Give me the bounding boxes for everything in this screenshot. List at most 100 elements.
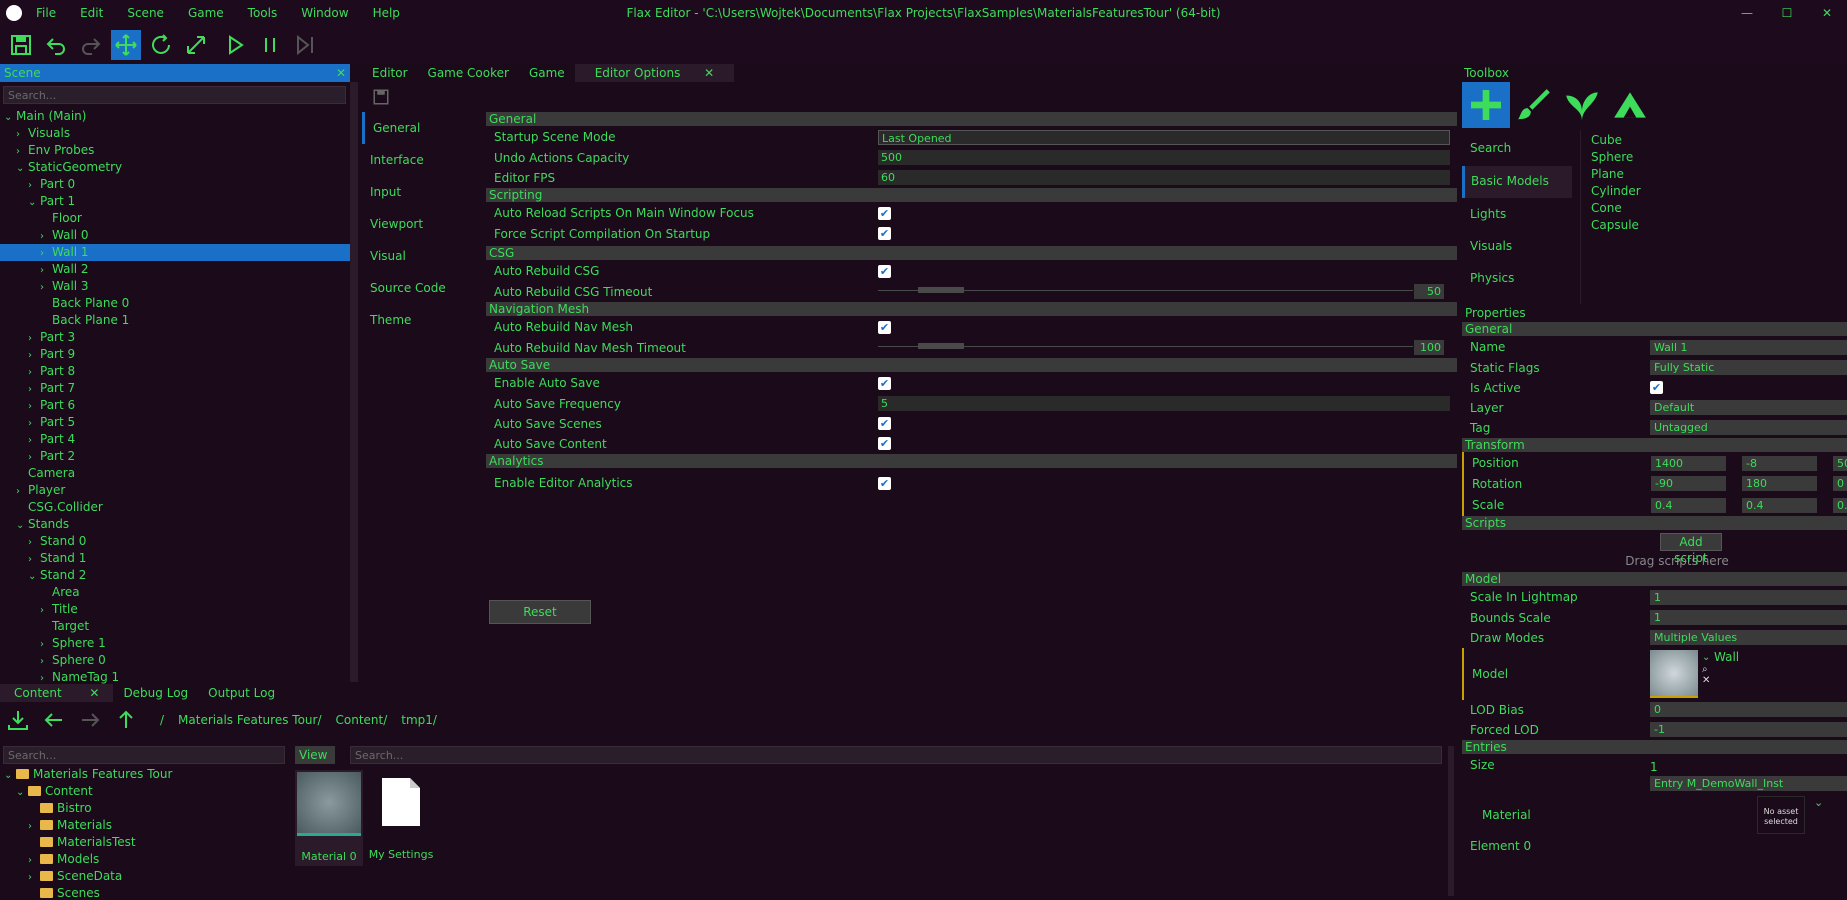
chevron-right-icon[interactable]: › (40, 279, 52, 296)
csg-timeout-slider[interactable] (878, 287, 1413, 293)
category-source-code[interactable]: Source Code (362, 272, 482, 304)
add-icon[interactable] (1462, 82, 1510, 128)
step-icon[interactable] (290, 30, 320, 60)
scene-scrollbar[interactable] (350, 82, 358, 682)
scene-tree-item[interactable]: ⌄ Main (Main) (0, 108, 350, 125)
asset-my-settings[interactable]: My Settings (368, 770, 434, 866)
scene-tree-item[interactable]: › Part 6 (0, 397, 350, 414)
save-icon[interactable] (6, 30, 36, 60)
menu-game[interactable]: Game (188, 6, 224, 20)
forward-arrow-icon[interactable] (78, 708, 102, 732)
toolbox-header[interactable]: Toolbox (1462, 64, 1847, 82)
prop-group-entries[interactable]: Entries (1462, 740, 1847, 754)
chevron-right-icon[interactable]: › (28, 177, 40, 194)
prop-group-scripts[interactable]: Scripts (1462, 516, 1847, 530)
scene-tree-item[interactable]: › Wall 0 (0, 227, 350, 244)
scene-tree-item[interactable]: ⌄ Stand 2 (0, 567, 350, 584)
prop-name-input[interactable]: Wall 1 (1650, 340, 1847, 355)
freq-input[interactable]: 5 (878, 396, 1450, 411)
scene-search-input[interactable]: Search... (3, 86, 346, 104)
menu-help[interactable]: Help (373, 6, 400, 20)
prop-layer-dropdown[interactable]: Default (1650, 400, 1847, 415)
category-theme[interactable]: Theme (362, 304, 482, 336)
translate-icon[interactable] (111, 30, 141, 60)
prop-bounds-input[interactable]: 1 (1650, 610, 1847, 625)
item-cube[interactable]: Cube (1591, 132, 1847, 149)
category-visual[interactable]: Visual (362, 240, 482, 272)
scale-y[interactable]: 0.4 (1742, 498, 1817, 513)
chevron-right-icon[interactable]: › (16, 126, 28, 143)
chevron-right-icon[interactable]: › (28, 551, 40, 568)
properties-header[interactable]: Properties (1462, 304, 1847, 322)
item-cylinder[interactable]: Cylinder (1591, 183, 1847, 200)
chevron-right-icon[interactable]: › (28, 534, 40, 551)
chevron-right-icon[interactable]: › (40, 262, 52, 279)
category-input[interactable]: Input (362, 176, 482, 208)
prop-lod-input[interactable]: 0 (1650, 702, 1847, 717)
chevron-down-icon[interactable]: ⌄ (16, 517, 28, 534)
startup-dropdown[interactable]: Last Opened (878, 130, 1450, 145)
prop-group-model[interactable]: Model (1462, 572, 1847, 586)
tab-game-cooker[interactable]: Game Cooker (418, 64, 519, 82)
view-dropdown[interactable]: View ⌄ (295, 746, 335, 780)
redo-icon[interactable] (76, 30, 106, 60)
prop-lightmap-input[interactable]: 1 (1650, 590, 1847, 605)
chevron-right-icon[interactable]: › (28, 432, 40, 449)
rotation-z[interactable]: 0 (1833, 476, 1847, 491)
paint-brush-icon[interactable] (1510, 82, 1558, 128)
scene-tree-item[interactable]: › Stand 0 (0, 533, 350, 550)
content-search-input[interactable]: Search... (3, 746, 285, 764)
group-csg[interactable]: CSG (486, 246, 1457, 260)
tab-output-log[interactable]: Output Log (198, 684, 285, 702)
reload-checkbox[interactable]: ✔ (878, 207, 891, 220)
category-general[interactable]: General (362, 112, 482, 144)
chevron-right-icon[interactable]: › (28, 347, 40, 364)
import-icon[interactable] (6, 708, 30, 732)
scene-tree-item[interactable]: Target (0, 618, 350, 635)
close-icon[interactable]: ✕ (336, 64, 346, 82)
menu-tools[interactable]: Tools (248, 6, 278, 20)
close-icon[interactable]: ✕ (694, 66, 724, 80)
content-tree-item[interactable]: Bistro (0, 800, 288, 817)
chevron-down-icon[interactable]: ⌄ (16, 784, 28, 801)
scale-x[interactable]: 0.4 (1651, 498, 1726, 513)
save-scenes-checkbox[interactable]: ✔ (878, 417, 891, 430)
item-capsule[interactable]: Capsule (1591, 217, 1847, 234)
item-plane[interactable]: Plane (1591, 166, 1847, 183)
scene-panel-header[interactable]: Scene ✕ (0, 64, 350, 82)
csg-timeout-value[interactable]: 50 (1414, 284, 1444, 299)
scene-tree-item[interactable]: › Stand 1 (0, 550, 350, 567)
scene-tree-item[interactable]: › Player (0, 482, 350, 499)
undo-input[interactable]: 500 (878, 150, 1450, 165)
scene-tree-item[interactable]: Area (0, 584, 350, 601)
group-navmesh[interactable]: Navigation Mesh (486, 302, 1457, 316)
close-icon[interactable]: ✕ (79, 686, 109, 700)
scene-tree-item[interactable]: › Part 5 (0, 414, 350, 431)
position-z[interactable]: 500 (1833, 456, 1847, 471)
pause-icon[interactable] (255, 30, 285, 60)
content-tree-item[interactable]: ⌄ Content (0, 783, 288, 800)
chevron-right-icon[interactable]: › (28, 364, 40, 381)
scene-tree-item[interactable]: › Visuals (0, 125, 350, 142)
play-icon[interactable] (220, 30, 250, 60)
minimize-button[interactable]: — (1727, 0, 1767, 26)
tab-editor[interactable]: Editor (362, 64, 418, 82)
scene-tree-item[interactable]: › Sphere 1 (0, 635, 350, 652)
nav-timeout-value[interactable]: 100 (1414, 340, 1444, 355)
prop-tag-dropdown[interactable]: Untagged (1650, 420, 1847, 435)
assets-search-input[interactable]: Search... (350, 746, 1442, 764)
scene-tree-item[interactable]: › Wall 1 (0, 244, 350, 261)
toolbox-tab-basic-models[interactable]: Basic Models (1462, 166, 1572, 198)
scene-tree-item[interactable]: Floor (0, 210, 350, 227)
tab-debug-log[interactable]: Debug Log (113, 684, 198, 702)
scene-tree-item[interactable]: › Sphere 0 (0, 652, 350, 669)
back-arrow-icon[interactable] (42, 708, 66, 732)
tab-game[interactable]: Game (519, 64, 575, 82)
group-scripting[interactable]: Scripting (486, 188, 1457, 202)
chevron-right-icon[interactable]: › (28, 415, 40, 432)
breadcrumb-tmp1[interactable]: tmp1/ (401, 713, 437, 727)
scene-tree-item[interactable]: › Part 7 (0, 380, 350, 397)
scene-tree-item[interactable]: Back Plane 1 (0, 312, 350, 329)
menu-window[interactable]: Window (301, 6, 348, 20)
force-checkbox[interactable]: ✔ (878, 227, 891, 240)
